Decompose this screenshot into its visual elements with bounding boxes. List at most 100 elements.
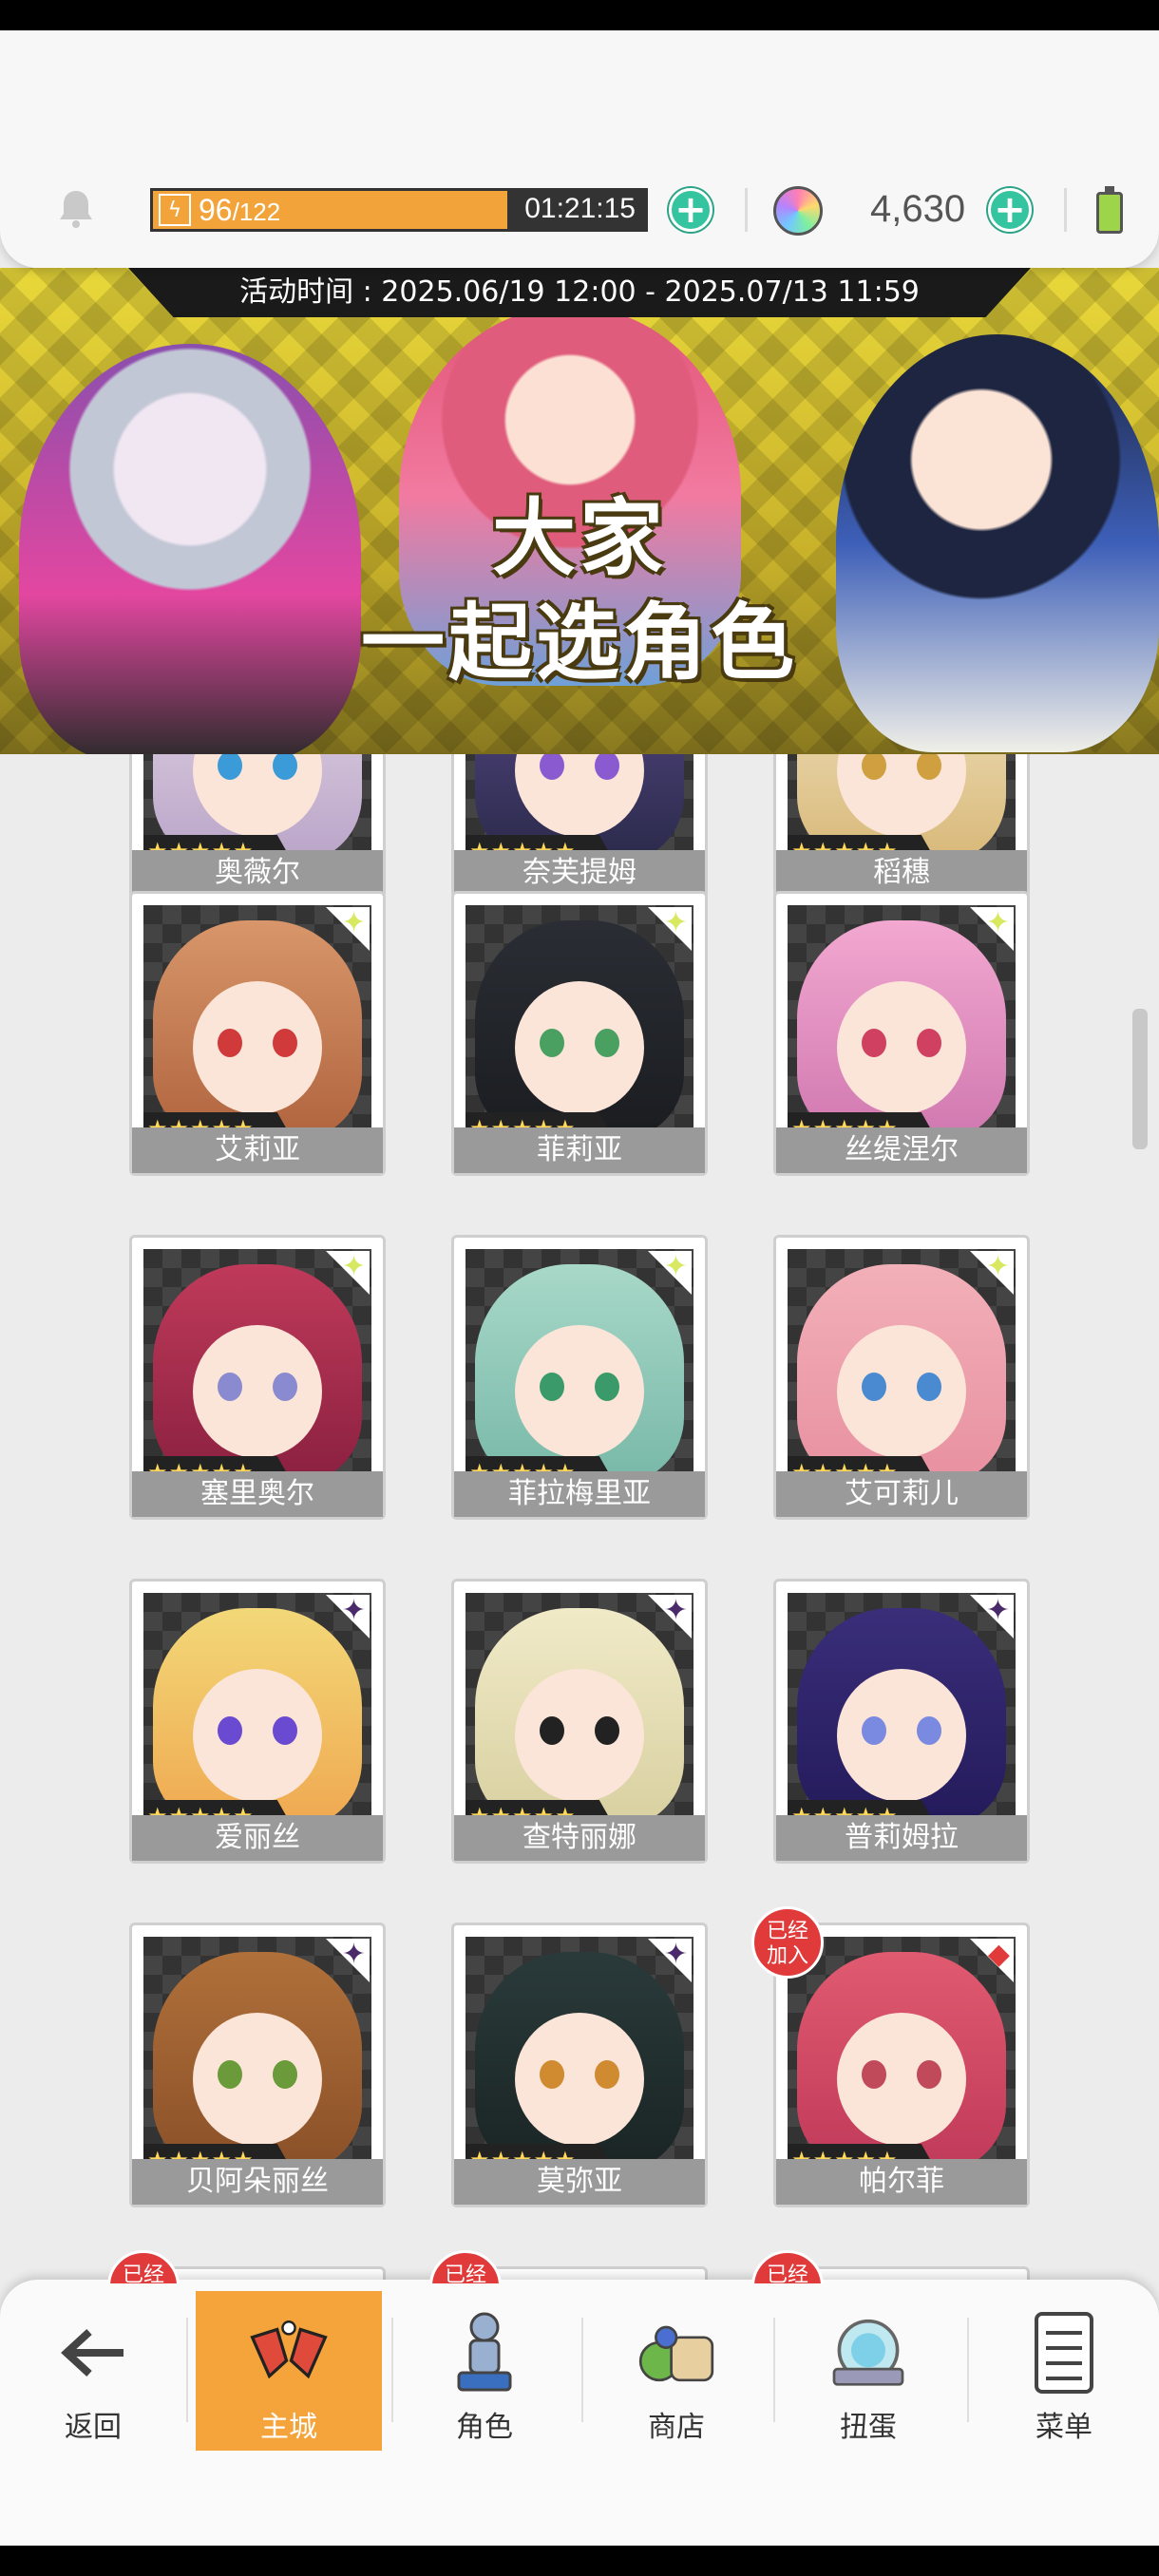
system-status-bar [0,0,1159,30]
character-eye [273,2060,297,2089]
character-eye [540,1029,564,1057]
stamina-fill: ϟ 96/122 [153,191,507,229]
character-portrait [788,905,1016,1133]
character-eye [595,1716,619,1745]
character-card[interactable]: ★★★★★✦莫弥亚 [451,1923,708,2207]
character-eye [540,1716,564,1745]
character-face [837,1669,966,1802]
character-card[interactable]: ★★★★★◆帕尔菲已经 加入 [751,1906,1030,2207]
nav-gacha[interactable]: 扭蛋 [775,2291,961,2451]
back-arrow-icon [50,2310,136,2396]
castle-icon [246,2310,332,2396]
gacha-orb-icon [826,2310,911,2396]
character-card[interactable]: ★★★★★✦普莉姆拉 [773,1579,1030,1864]
character-name: 奈芙提姆 [454,850,705,896]
nav-main-city-label: 主城 [260,2411,317,2444]
character-eye [273,1373,297,1401]
character-card[interactable]: ★★★★★✦贝阿朵丽丝 [129,1923,386,2207]
character-name: 丝缇涅尔 [776,1127,1027,1173]
character-card[interactable]: ★★★★★✦爱丽丝 [129,1579,386,1864]
character-name: 艾莉亚 [132,1127,383,1173]
character-card[interactable]: ★★★★★稻穗 [773,754,1030,899]
character-portrait [788,1593,1016,1821]
character-grid: ★★★★★奥薇尔 ★★★★★奈芙提姆 ★★★★★稻穗 ★★★★★✦艾莉亚 ★★★★★✦菲… [0,754,1159,2283]
character-face [515,981,644,1114]
character-card[interactable]: ★★★★★✦艾莉亚 [129,891,386,1176]
character-name: 莫弥亚 [454,2159,705,2205]
character-card[interactable]: ★★★★★✦查特丽娜 [451,1579,708,1864]
character-eye [273,1716,297,1745]
character-portrait [143,1593,371,1821]
character-card[interactable]: ★★★★★✦菲莉亚 [451,891,708,1176]
character-eye [218,1029,242,1057]
character-card[interactable]: ★★★★★✦艾可莉儿 [773,1235,1030,1520]
joined-badge: 已经 加入 [751,1906,824,1979]
character-portrait [143,905,371,1133]
character-card[interactable]: ★★★★★奈芙提姆 [451,754,708,899]
add-gem-button[interactable]: + [988,188,1032,232]
character-portrait [788,1249,1016,1477]
gem-icon [773,186,823,236]
character-name: 塞里奥尔 [132,1471,383,1517]
character-face [515,1669,644,1802]
character-statue-icon [442,2310,527,2396]
character-face [837,981,966,1114]
character-face [193,981,322,1114]
character-eye [917,1716,941,1745]
nav-divider [186,2318,188,2422]
character-portrait [466,1937,694,2165]
character-name: 帕尔菲 [776,2159,1027,2205]
character-eye [273,1029,297,1057]
character-eye [540,1373,564,1401]
system-nav-bar [0,2546,1159,2576]
event-banner[interactable]: 活动时间 : 2025.06/19 12:00 - 2025.07/13 11:… [0,268,1159,754]
character-face [515,2013,644,2146]
nav-shop-label: 商店 [648,2411,705,2444]
character-name: 贝阿朵丽丝 [132,2159,383,2205]
nav-back[interactable]: 返回 [0,2291,186,2451]
character-face [193,1325,322,1458]
character-eye [917,1029,941,1057]
character-name: 奥薇尔 [132,850,383,896]
banner-title: 大家 一起选角色 [314,486,846,695]
nav-character[interactable]: 角色 [391,2291,578,2451]
banner-title-line1: 大家 [491,489,667,587]
character-card[interactable]: ★★★★★✦丝缇涅尔 [773,891,1030,1176]
add-stamina-button[interactable]: + [669,188,712,232]
character-eye [595,2060,619,2089]
character-face [515,1325,644,1458]
character-eye [862,1373,886,1401]
character-eye [862,2060,886,2089]
character-portrait [788,1937,1016,2165]
joined-badge: 已经 [107,2250,180,2283]
nav-menu[interactable]: 菜单 [969,2291,1159,2451]
scrollbar[interactable] [1132,1009,1148,1149]
character-eye [862,1716,886,1745]
character-portrait [466,905,694,1133]
character-name: 普莉姆拉 [776,1815,1027,1861]
nav-shop[interactable]: 商店 [583,2291,770,2451]
character-eye [595,1373,619,1401]
banner-character-left [19,344,361,754]
character-card[interactable]: ★★★★★✦菲拉梅里亚 [451,1235,708,1520]
nav-character-label: 角色 [456,2411,513,2444]
character-card[interactable]: ★★★★★奥薇尔 [129,754,386,899]
nav-gacha-label: 扭蛋 [840,2411,897,2444]
bell-icon[interactable] [53,185,99,231]
joined-badge: 已经 [751,2250,824,2283]
banner-character-right [836,334,1159,752]
character-name: 菲拉梅里亚 [454,1471,705,1517]
shop-bag-icon [634,2310,719,2396]
menu-list-icon [1021,2310,1107,2396]
stamina-value: 96/122 [199,192,281,227]
character-name: 查特丽娜 [454,1815,705,1861]
character-eye [917,1373,941,1401]
stamina-timer: 01:21:15 [524,193,636,224]
character-card[interactable]: ★★★★★✦塞里奥尔 [129,1235,386,1520]
nav-main-city[interactable]: 主城 [196,2291,382,2451]
character-name: 菲莉亚 [454,1127,705,1173]
lightning-icon: ϟ [159,194,191,226]
gem-count: 4,630 [870,188,966,230]
character-eye [595,1029,619,1057]
character-eye [862,1029,886,1057]
